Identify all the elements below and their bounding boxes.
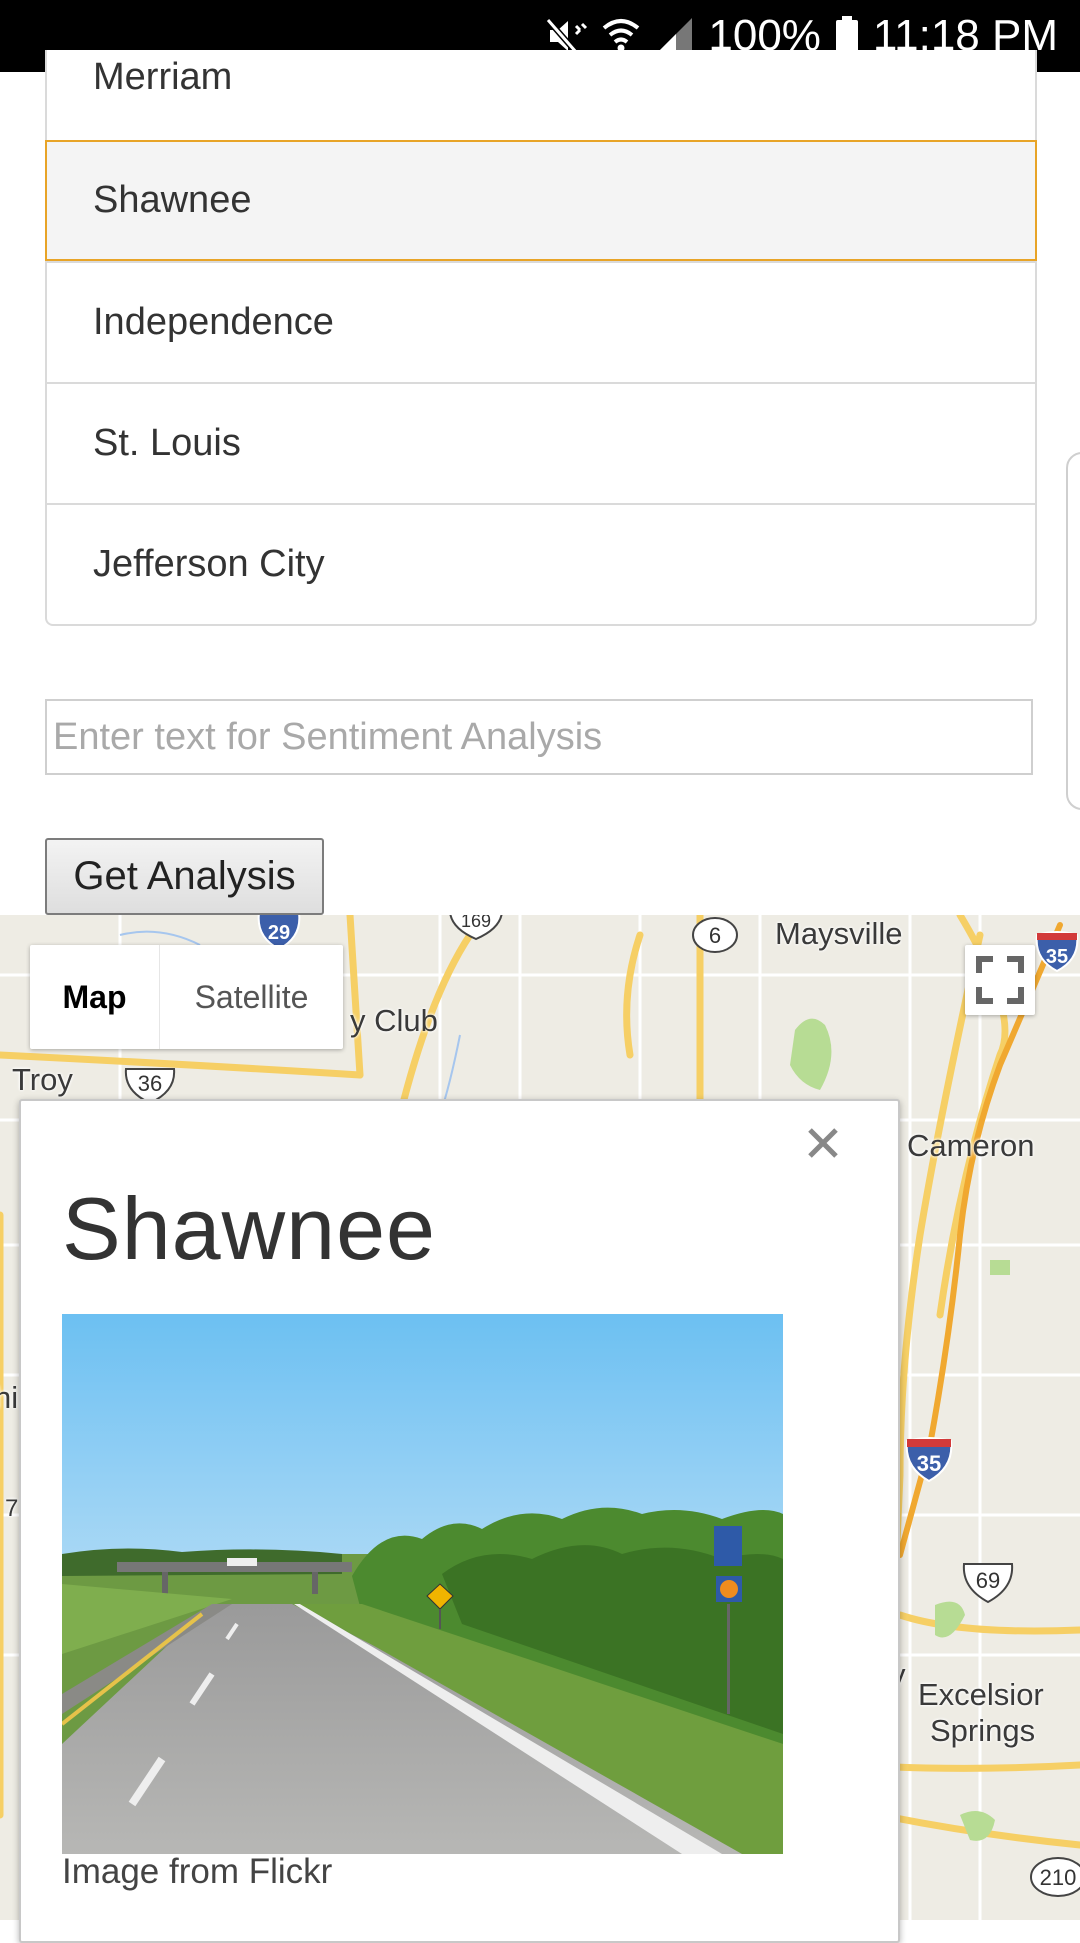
city-list: Merriam Shawnee Independence St. Louis J…	[45, 50, 1037, 626]
city-item-label: Jefferson City	[93, 543, 325, 585]
city-item-label: Shawnee	[93, 179, 252, 221]
map-label-cameron: Cameron	[907, 1128, 1035, 1163]
city-item-independence[interactable]: Independence	[47, 261, 1035, 382]
get-analysis-button[interactable]: Get Analysis	[45, 838, 324, 915]
us-169-shield-icon: 169	[449, 915, 503, 941]
route-6-shield-icon: 6	[692, 917, 738, 953]
route-210-shield-icon: 210	[1030, 1857, 1080, 1897]
map-type-satellite-button[interactable]: Satellite	[160, 945, 343, 1049]
city-item-label: Merriam	[93, 56, 233, 98]
shield-text: 69	[976, 1568, 1000, 1593]
map-label-troy: Troy	[12, 1062, 73, 1097]
close-icon[interactable]	[805, 1125, 841, 1161]
map-label-springs: Springs	[930, 1713, 1036, 1748]
city-item-label: Independence	[93, 301, 334, 343]
photo-caption: Image from Flickr	[62, 1852, 333, 1891]
city-item-st-louis[interactable]: St. Louis	[47, 382, 1035, 503]
city-item-merriam[interactable]: Merriam	[47, 50, 1035, 142]
fullscreen-icon	[976, 956, 1024, 1004]
side-panel-edge	[1066, 452, 1080, 810]
shield-text: 169	[461, 915, 491, 931]
shield-text: 210	[1040, 1865, 1077, 1890]
shield-text: 35	[1046, 946, 1068, 968]
map-label-excelsior: Excelsior	[918, 1677, 1044, 1712]
map-label-hi: hi	[0, 1380, 19, 1415]
shield-text: 36	[138, 1071, 162, 1096]
shield-text: 29	[268, 922, 290, 944]
us-69-shield-icon: 69	[962, 1563, 1014, 1604]
map-type-map-button[interactable]: Map	[30, 945, 160, 1049]
map-label-club: y Club	[350, 1003, 438, 1038]
location-photo	[62, 1314, 783, 1854]
city-item-label: St. Louis	[93, 422, 241, 464]
fullscreen-button[interactable]	[965, 945, 1035, 1015]
map-label-seven: 7	[5, 1495, 19, 1522]
shield-text: 6	[709, 923, 721, 948]
shield-text: 35	[917, 1451, 941, 1476]
sentiment-input[interactable]	[45, 699, 1033, 775]
city-item-shawnee[interactable]: Shawnee	[45, 140, 1037, 261]
info-window-title: Shawnee	[62, 1179, 436, 1278]
city-item-jefferson-city[interactable]: Jefferson City	[47, 503, 1035, 624]
interstate-35-shield-icon: 35	[905, 1437, 953, 1483]
map-type-control: Map Satellite	[30, 945, 343, 1049]
map-label-maysville: Maysville	[775, 916, 903, 951]
interstate-35-top-shield-icon: 35	[1035, 931, 1079, 973]
